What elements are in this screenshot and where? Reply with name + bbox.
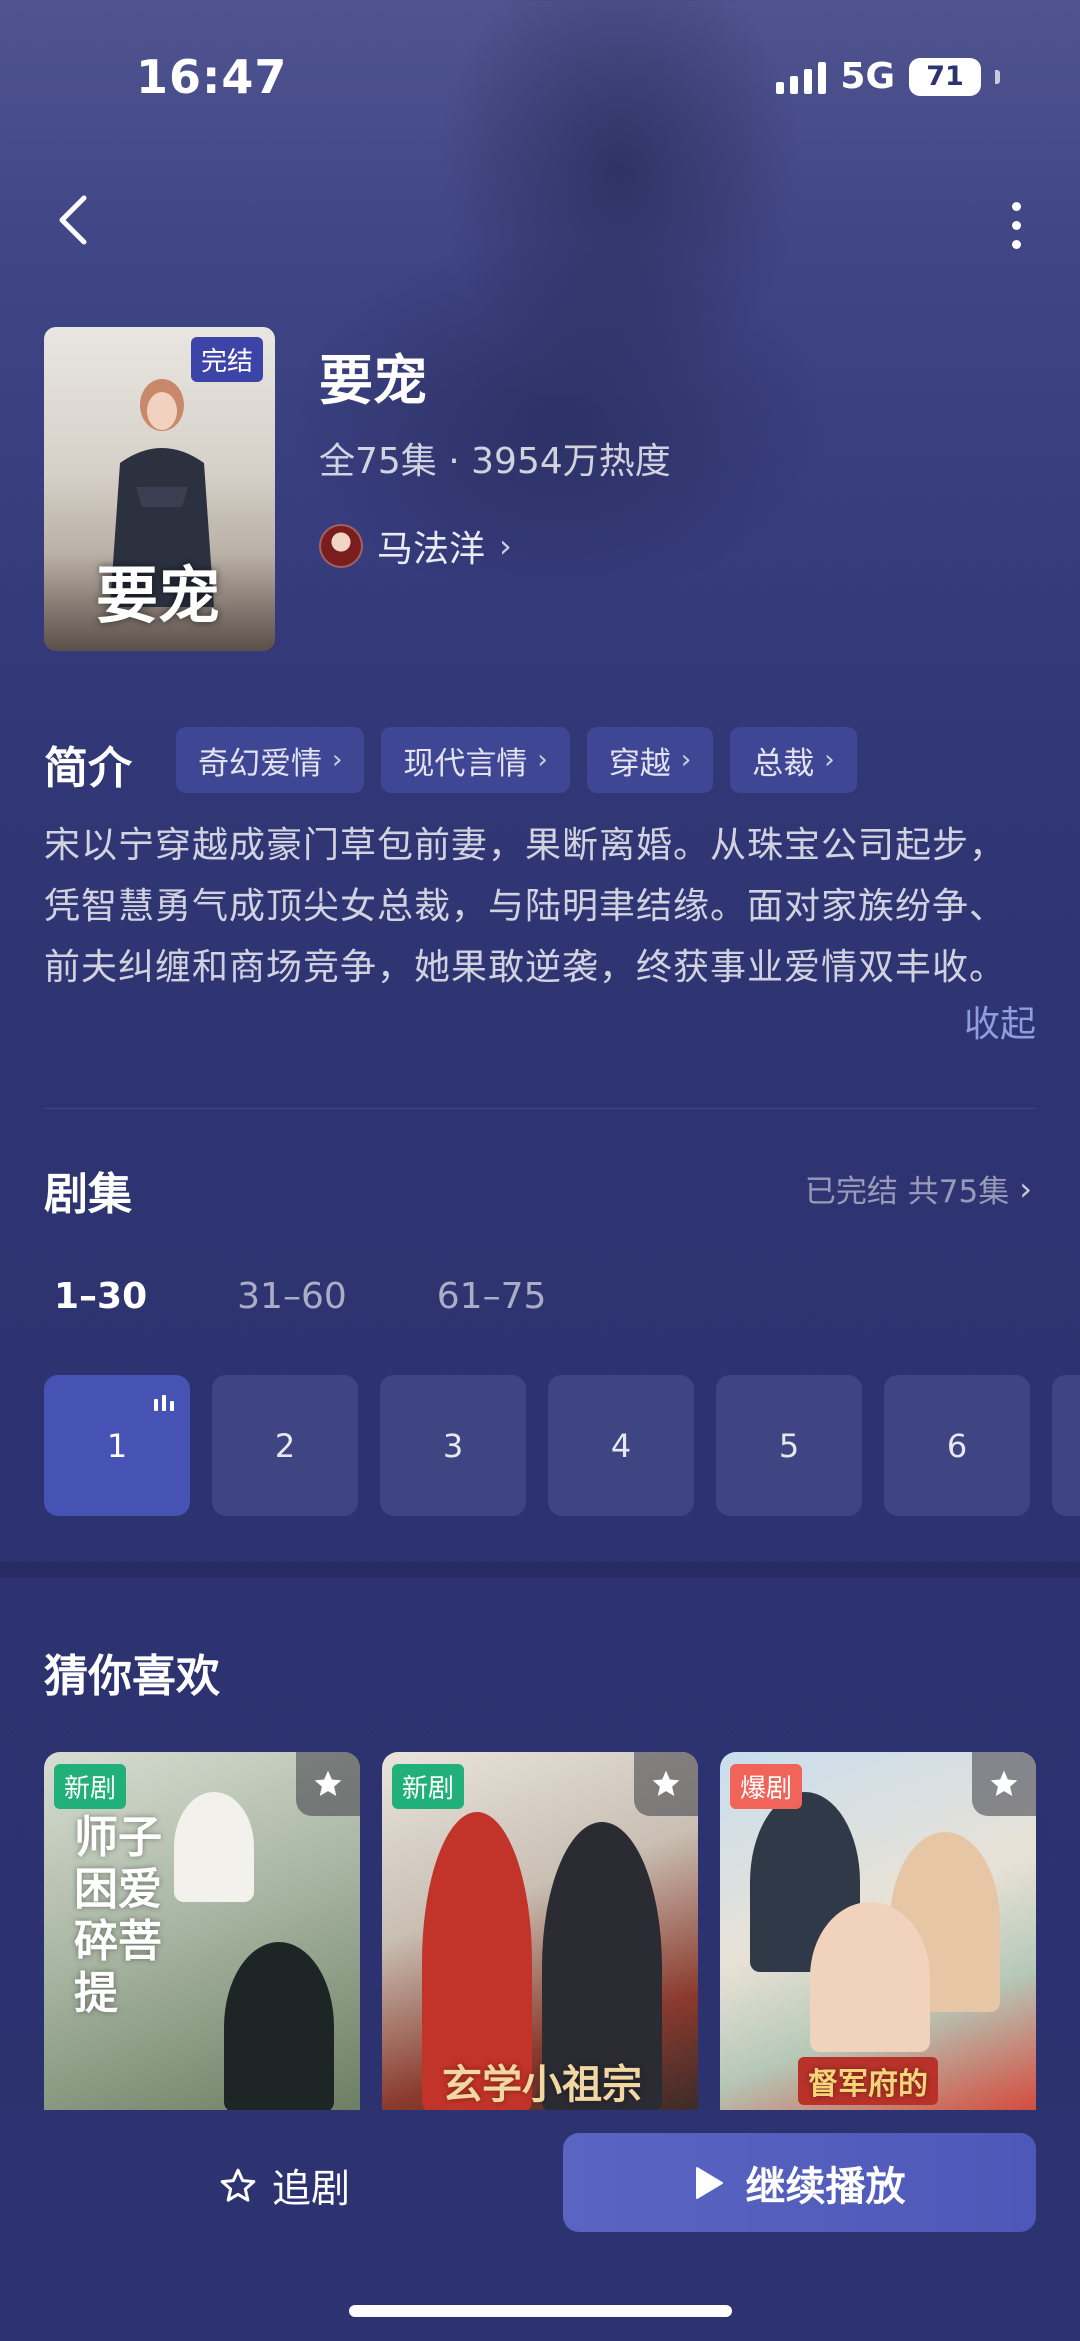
recommend-card[interactable]: 玄学小祖宗 新剧 [382,1752,698,2112]
favorite-button[interactable] [296,1752,360,1816]
actor-name: 马法洋 [377,529,486,570]
continue-label: 继续播放 [745,2163,906,2210]
star-outline-icon [220,2168,256,2202]
episode-button-6[interactable]: 6 [884,1375,1030,1516]
intro-text: 宋以宁穿越成豪门草包前妻，果断离婚。从珠宝公司起步，凭智慧勇气成顶尖女总裁，与陆… [44,825,1007,988]
episodes-heading: 剧集 [44,1169,132,1220]
follow-label: 追剧 [272,2167,351,2212]
back-icon [59,195,87,245]
recommend-card[interactable]: 师子困爱碎菩提 新剧 [44,1752,360,2112]
new-badge: 新剧 [54,1764,127,1809]
tag-label: 奇幻爱情 [198,745,322,782]
card-figure-illustration [224,1942,334,2112]
episode-number: 4 [610,1426,632,1465]
recommend-card[interactable]: 督军府的 爆剧 [720,1752,1036,2112]
poster-title-art: 要宠 [96,559,221,632]
more-icon-dot [1011,239,1021,249]
back-button[interactable] [44,190,104,250]
star-icon [990,1770,1018,1796]
genre-tags: 奇幻爱情 › 现代言情 › 穿越 › 总裁 › [176,727,857,793]
episode-number: 1 [106,1426,128,1465]
card-figure-illustration [810,1902,930,2052]
more-button[interactable] [996,190,1036,260]
episodes-status-link[interactable]: 已完结 共75集 › [805,1166,1032,1211]
avatar [319,524,363,568]
tag-label: 总裁 [752,745,815,782]
episode-button-3[interactable]: 3 [380,1375,526,1516]
star-icon [314,1770,342,1796]
episodes-status: 已完结 共75集 [804,1174,1010,1210]
tag-modern-romance[interactable]: 现代言情 › [381,727,570,793]
follow-button[interactable]: 追剧 [218,2158,350,2214]
tab-range-1-30[interactable]: 1–30 [54,1276,147,1317]
episode-button-7-partial[interactable] [1052,1375,1080,1516]
play-icon [695,2166,723,2199]
show-title: 要宠 [319,349,427,412]
tag-label: 穿越 [608,745,671,782]
card-art-title: 玄学小祖宗 [442,2061,642,2108]
section-separator [0,1562,1080,1578]
poster-complete-badge: 完结 [190,337,263,382]
hot-badge: 爆剧 [730,1764,803,1809]
episode-button-2[interactable]: 2 [212,1375,358,1516]
battery-level: 71 [926,61,964,92]
episode-number: 3 [442,1426,464,1465]
episode-button-1[interactable]: 1 [44,1375,190,1516]
episode-number: 6 [946,1426,968,1465]
episode-grid: 1 2 3 4 5 6 [44,1375,1080,1516]
tag-time-travel[interactable]: 穿越 › [586,727,714,793]
card-figure-illustration [174,1792,254,1902]
collapse-link[interactable]: 收起 [964,995,1036,1047]
episode-range-tabs: 1–30 31–60 61–75 [54,1276,546,1317]
show-meta: 全75集 · 3954万热度 [319,441,671,482]
status-indicators: 5G 71 [776,56,1000,97]
divider [44,1108,1036,1109]
chevron-right-icon: › [499,527,512,565]
tag-label: 现代言情 [403,745,528,782]
playing-icon [154,1395,174,1411]
episode-button-4[interactable]: 4 [548,1375,694,1516]
favorite-button[interactable] [634,1752,698,1816]
actor-link[interactable]: 马法洋 › [319,520,512,572]
episode-number: 5 [778,1426,800,1465]
card-art-title: 督军府的 [798,2057,938,2105]
show-poster[interactable]: 完结 要宠 [44,327,275,651]
tab-range-31-60[interactable]: 31–60 [237,1276,347,1317]
star-icon [652,1770,680,1796]
recommend-heading: 猜你喜欢 [44,1651,220,1702]
home-indicator[interactable] [349,2305,732,2317]
network-type: 5G [840,56,895,97]
card-art-title: 师子困爱碎菩提 [74,1812,162,2019]
battery-cap [995,69,1000,84]
tag-fantasy-romance[interactable]: 奇幻爱情 › [176,727,365,793]
more-icon-dot [1011,201,1021,211]
favorite-button[interactable] [972,1752,1036,1816]
chevron-right-icon: › [332,745,343,775]
battery-icon: 71 [909,57,981,96]
intro-heading: 简介 [44,743,132,794]
new-badge: 新剧 [392,1764,465,1809]
tag-ceo[interactable]: 总裁 › [730,727,857,793]
continue-play-button[interactable]: 继续播放 [563,2133,1036,2232]
chevron-right-icon: › [1019,1169,1032,1208]
chevron-right-icon: › [680,745,692,775]
chevron-right-icon: › [824,745,835,775]
signal-icon [776,60,827,94]
episode-number: 2 [274,1426,296,1465]
tab-range-61-75[interactable]: 61–75 [437,1276,547,1317]
recommend-list: 师子困爱碎菩提 新剧 玄学小祖宗 新剧 督军府的 爆剧 [44,1752,1036,2112]
episode-button-5[interactable]: 5 [716,1375,862,1516]
status-time: 16:47 [136,50,288,104]
more-icon-dot [1011,220,1021,230]
chevron-right-icon: › [537,745,548,775]
